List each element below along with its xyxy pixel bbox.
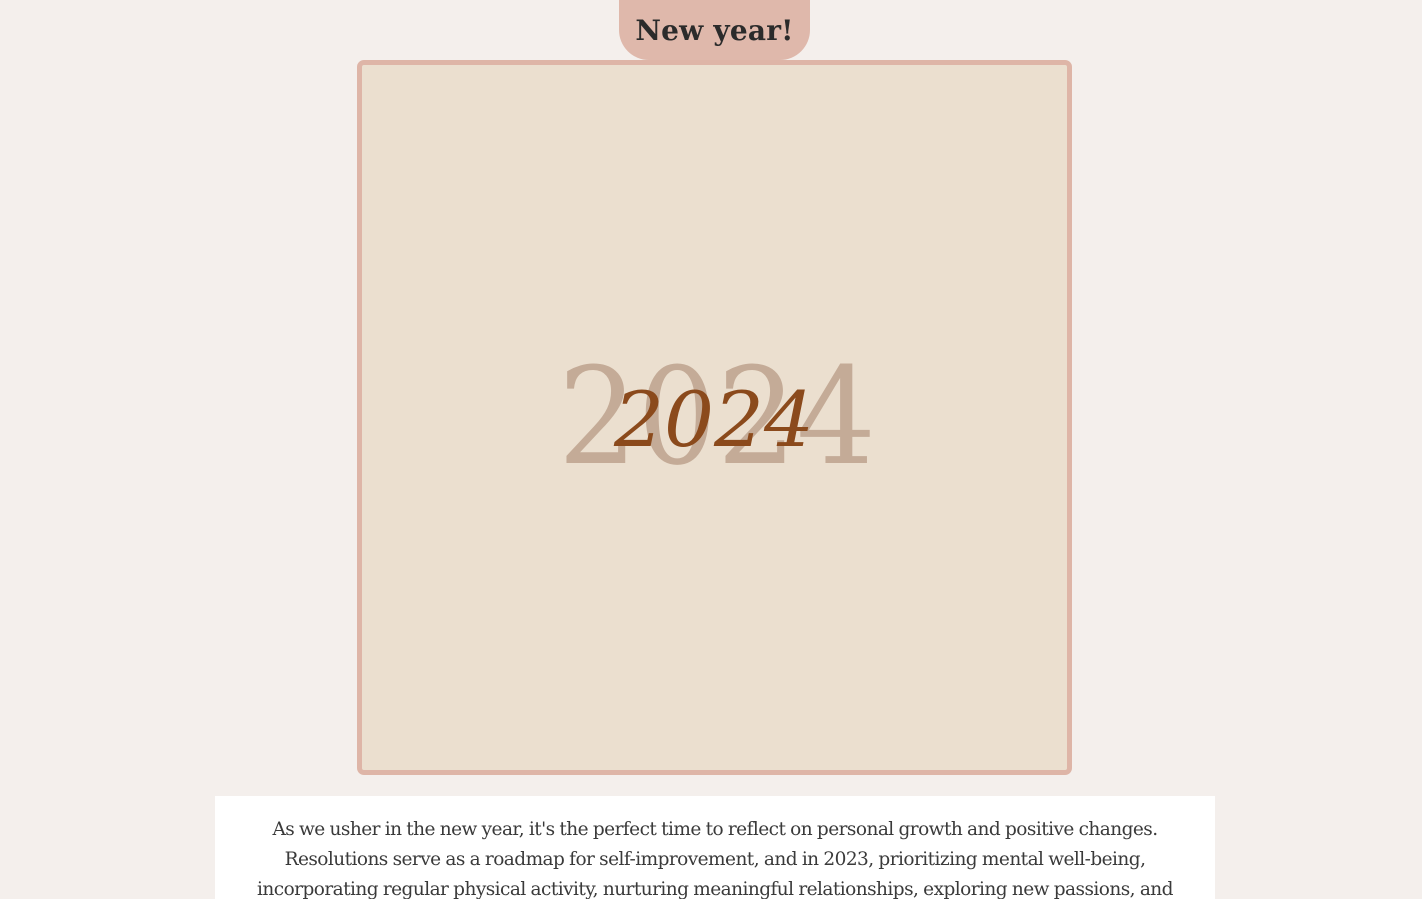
page-title: New year! xyxy=(635,13,794,47)
page: New year! 2024 2024 As we usher in the n… xyxy=(0,0,1422,899)
article-card: As we usher in the new year, it's the pe… xyxy=(215,796,1215,899)
title-badge: New year! xyxy=(619,0,810,60)
new-year-2024-illustration: 2024 2024 xyxy=(558,339,876,495)
script-year-numerals: 2024 xyxy=(613,375,814,464)
article-body: As we usher in the new year, it's the pe… xyxy=(257,819,1173,899)
hero-image-frame: 2024 2024 xyxy=(357,60,1072,775)
